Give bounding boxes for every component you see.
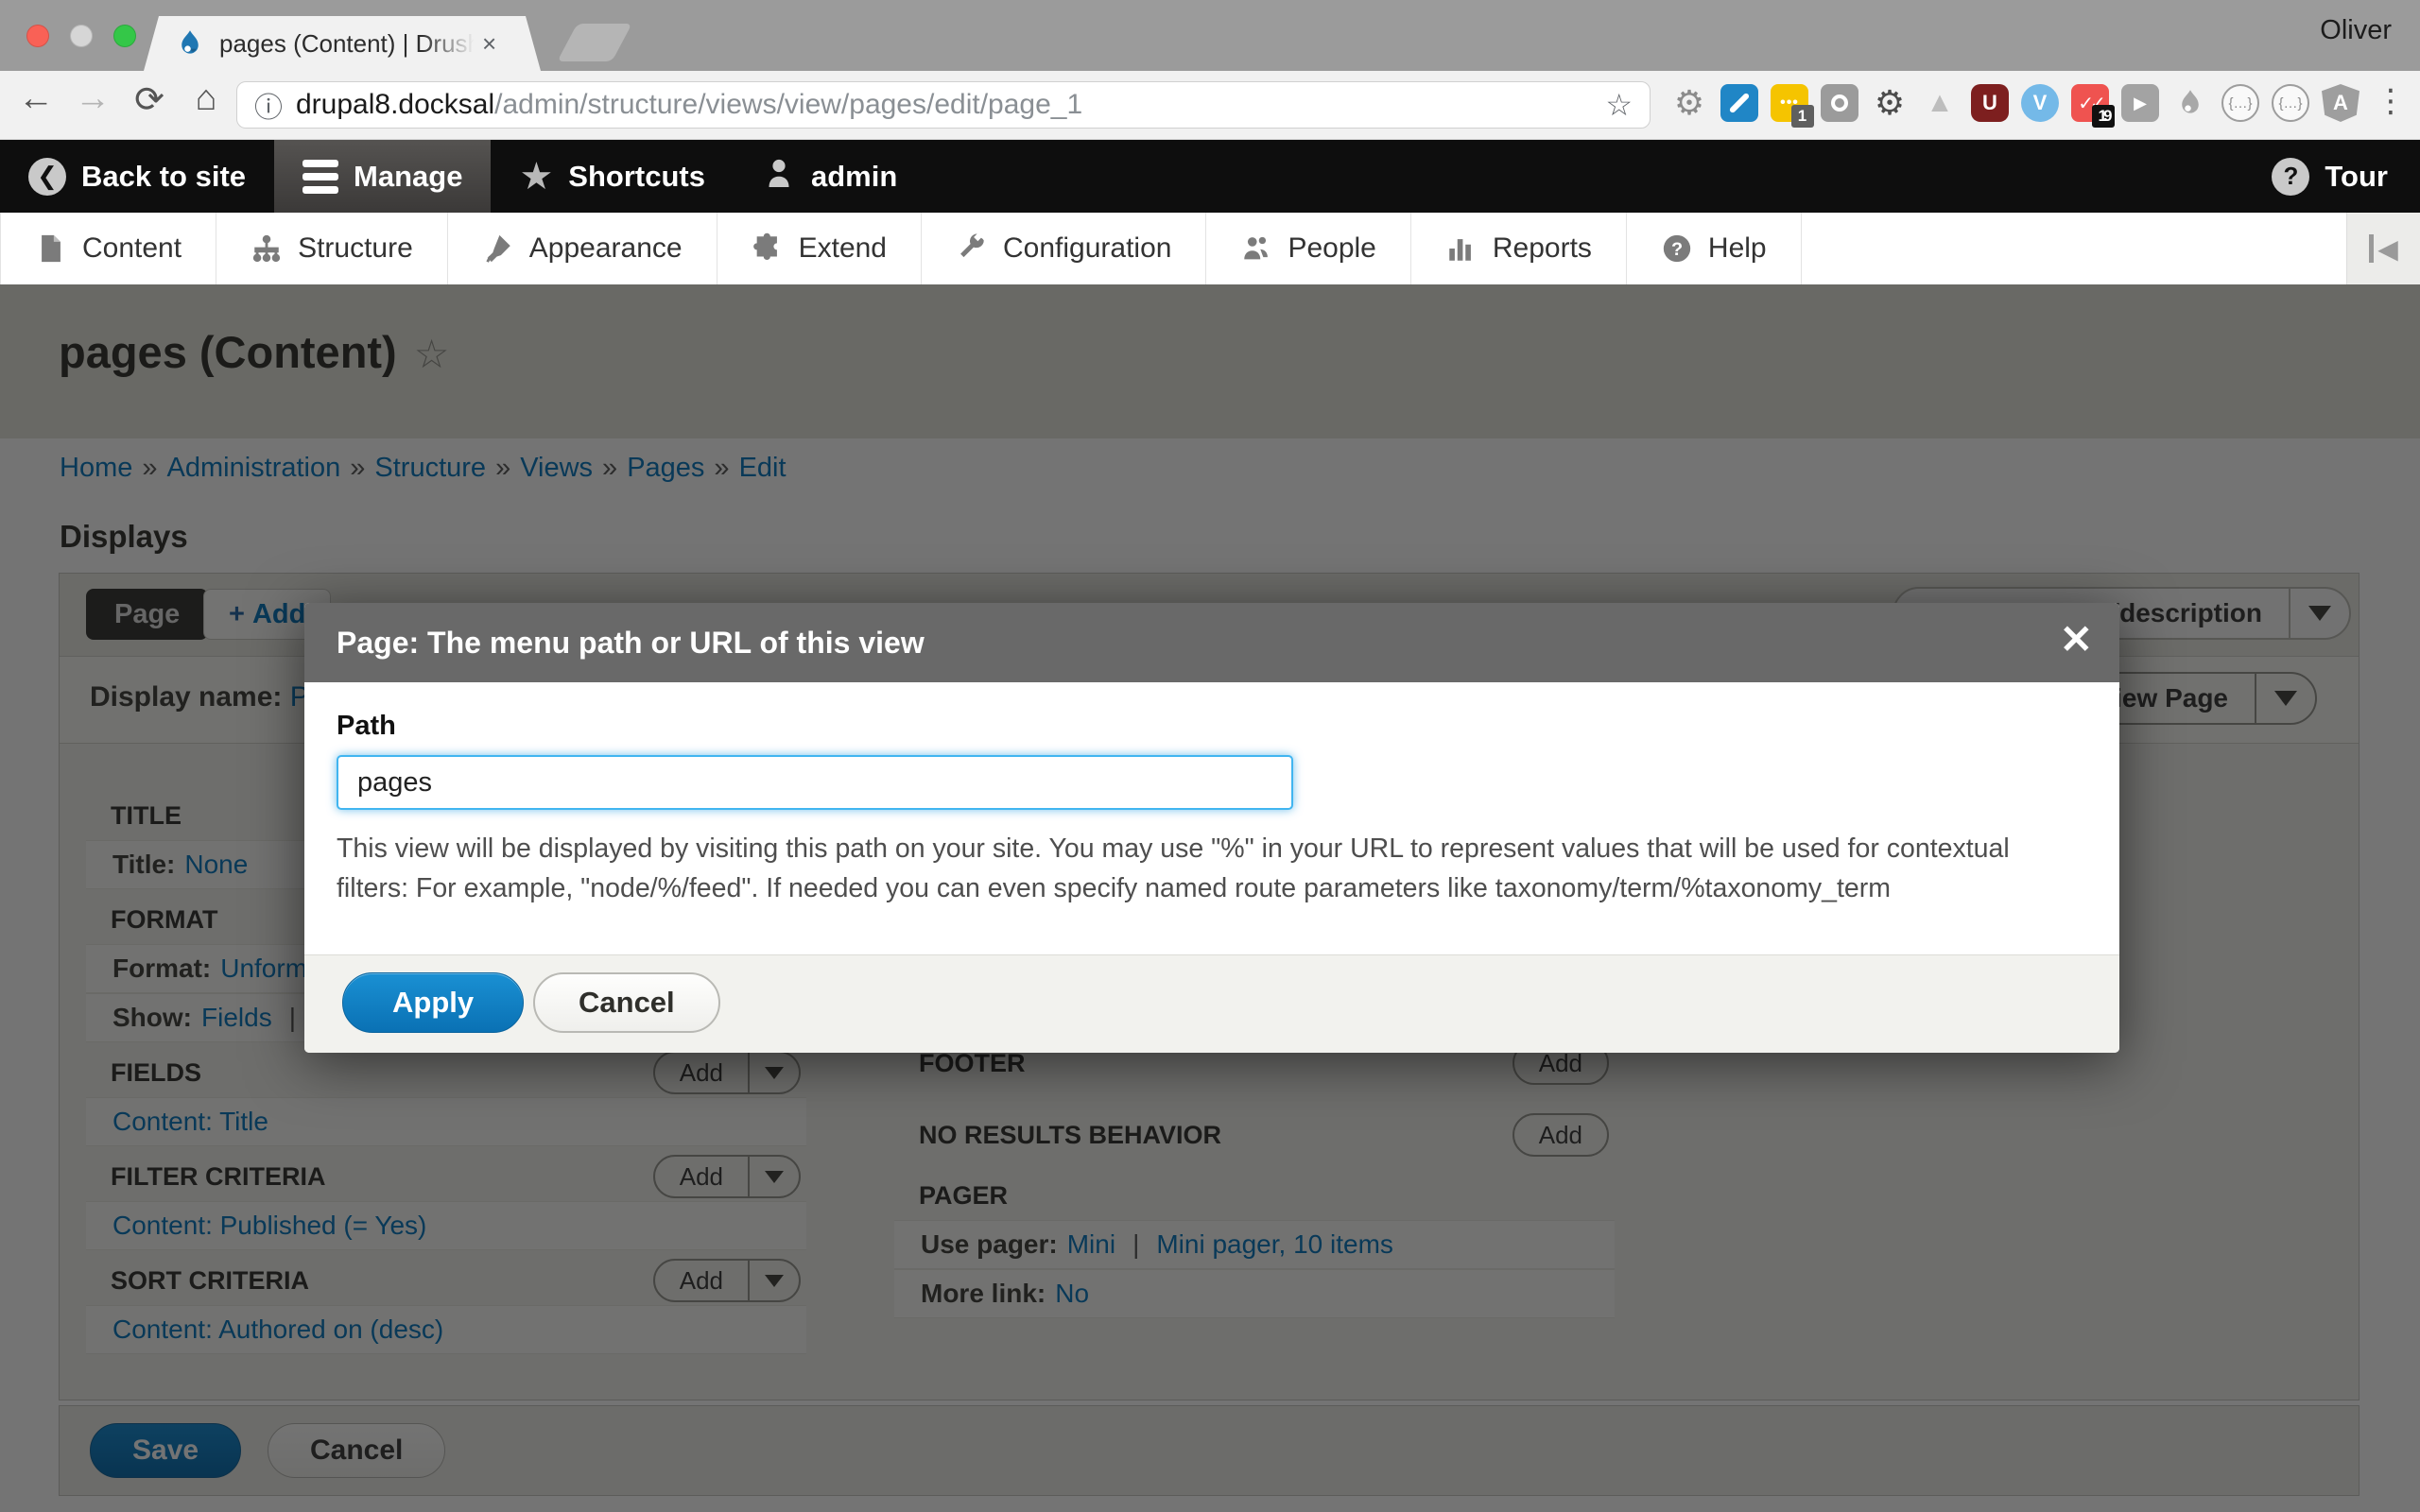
back-to-site-label: Back to site <box>81 160 246 194</box>
reports-icon <box>1445 232 1478 265</box>
browser-menu-icon[interactable]: ⋮ <box>2375 82 2407 120</box>
forward-icon[interactable]: → <box>68 78 117 119</box>
minimize-window-button[interactable] <box>70 25 93 47</box>
close-window-button[interactable] <box>26 25 49 47</box>
extension-braces2-icon[interactable]: {…} <box>2272 84 2309 122</box>
screen: pages (Content) | Drush Site-In × Oliver… <box>0 0 2420 1512</box>
content-icon <box>35 232 67 265</box>
menu-label: Help <box>1708 232 1767 265</box>
url-path: /admin/structure/views/view/pages/edit/p… <box>494 89 1082 121</box>
drupal-admin-toolbar: ❮ Back to site Manage ★ Shortcuts admin … <box>0 140 2420 213</box>
toolbar-collapse-button[interactable]: ◀ <box>2346 213 2420 284</box>
modal-cancel-button[interactable]: Cancel <box>533 972 720 1033</box>
tour-button[interactable]: ? Tour <box>2239 140 2420 213</box>
browser-toolbar: ← → ⟳ ⌂ ⓘ drupal8.docksal/admin/structur… <box>0 71 2420 140</box>
help-icon: ? <box>1661 232 1693 265</box>
menu-label: Configuration <box>1003 232 1171 265</box>
extension-camera-icon[interactable] <box>1821 84 1858 122</box>
menu-label: People <box>1288 232 1375 265</box>
path-field-label: Path <box>337 711 2087 742</box>
browser-profile-name[interactable]: Oliver <box>2320 15 2392 46</box>
menu-label: Appearance <box>529 232 683 265</box>
drupal-favicon <box>176 29 204 58</box>
zoom-window-button[interactable] <box>113 25 136 47</box>
menu-item-content[interactable]: Content <box>0 213 216 284</box>
extension-drive-icon[interactable]: ▲ <box>1921 84 1959 122</box>
menu-item-help[interactable]: ? Help <box>1627 213 1802 284</box>
extension-gear-icon[interactable]: ⚙ <box>1670 84 1708 122</box>
page-content: pages (Content)☆ Home»Administration»Str… <box>0 284 2420 1512</box>
menu-item-reports[interactable]: Reports <box>1411 213 1627 284</box>
extension-colorpicker-icon[interactable] <box>1720 84 1758 122</box>
path-modal: Page: The menu path or URL of this view … <box>304 603 2119 1053</box>
extension-braces-icon[interactable]: {…} <box>2221 84 2259 122</box>
address-bar[interactable]: ⓘ drupal8.docksal/admin/structure/views/… <box>236 81 1651 129</box>
bookmark-star-icon[interactable]: ☆ <box>1605 87 1633 123</box>
mac-titlebar: pages (Content) | Drush Site-In × Oliver <box>0 0 2420 71</box>
menu-item-extend[interactable]: Extend <box>717 213 922 284</box>
extension-badge: 19 <box>2092 105 2115 128</box>
menu-label: Reports <box>1493 232 1592 265</box>
page-info-icon[interactable]: ⓘ <box>254 84 283 126</box>
modal-body: Path This view will be displayed by visi… <box>304 682 2119 954</box>
extension-ublock-icon[interactable]: U <box>1971 84 2009 122</box>
appearance-icon <box>482 232 514 265</box>
extension-badge: 1 <box>1791 105 1814 128</box>
drupal-menu-bar: Content Structure Appearance Extend Conf… <box>0 213 2420 284</box>
user-icon <box>762 156 796 198</box>
people-icon <box>1240 232 1272 265</box>
extension-vimeo-icon[interactable]: V <box>2021 84 2059 122</box>
reload-icon[interactable]: ⟳ <box>125 78 174 121</box>
hamburger-icon <box>302 160 338 194</box>
tab-title: pages (Content) | Drush Site-In <box>219 29 475 59</box>
shortcuts-button[interactable]: ★ Shortcuts <box>491 140 734 213</box>
manage-button[interactable]: Manage <box>274 140 491 213</box>
back-to-site-button[interactable]: ❮ Back to site <box>0 140 274 213</box>
extension-drupal-icon[interactable] <box>2171 84 2209 122</box>
menu-item-configuration[interactable]: Configuration <box>922 213 1206 284</box>
extension-play-icon[interactable]: ▶ <box>2121 84 2159 122</box>
modal-title: Page: The menu path or URL of this view <box>337 626 925 661</box>
back-chevron-icon: ❮ <box>28 158 66 196</box>
menu-label: Content <box>82 232 182 265</box>
admin-user-label: admin <box>811 160 897 194</box>
menu-label: Extend <box>799 232 887 265</box>
modal-header[interactable]: Page: The menu path or URL of this view … <box>304 603 2119 682</box>
path-input[interactable] <box>337 755 1293 810</box>
apply-button[interactable]: Apply <box>342 972 524 1033</box>
star-icon: ★ <box>519 155 553 198</box>
extension-gear-dark-icon[interactable]: ⚙ <box>1871 84 1909 122</box>
browser-tab[interactable]: pages (Content) | Drush Site-In × <box>144 16 541 71</box>
window-controls <box>26 25 136 47</box>
svg-text:?: ? <box>1671 239 1683 260</box>
modal-footer: Apply Cancel <box>304 954 2119 1053</box>
menu-item-structure[interactable]: Structure <box>216 213 448 284</box>
collapse-arrow-icon: ◀ <box>2377 233 2398 265</box>
manage-label: Manage <box>354 160 462 194</box>
shortcuts-label: Shortcuts <box>568 160 705 194</box>
tab-close-icon[interactable]: × <box>482 29 496 59</box>
home-icon[interactable]: ⌂ <box>182 78 231 119</box>
close-icon[interactable]: ✕ <box>2060 620 2093 660</box>
extension-notes-icon[interactable]: •••1 <box>1771 84 1808 122</box>
extension-tasks-icon[interactable]: ✓✓19 <box>2071 84 2109 122</box>
extensions-row: ⚙ •••1 ⚙ ▲ U V ✓✓19 ▶ {…} {…} A <box>1670 84 2360 122</box>
tour-label: Tour <box>2325 160 2388 194</box>
structure-icon <box>251 232 283 265</box>
menu-label: Structure <box>298 232 413 265</box>
menu-item-appearance[interactable]: Appearance <box>448 213 717 284</box>
extension-angular-icon[interactable]: A <box>2322 84 2360 122</box>
question-icon: ? <box>2272 158 2309 196</box>
admin-user-button[interactable]: admin <box>734 140 925 213</box>
extend-icon <box>752 232 784 265</box>
menu-item-people[interactable]: People <box>1206 213 1410 284</box>
url-host: drupal8.docksal <box>296 89 494 121</box>
back-icon[interactable]: ← <box>11 78 60 119</box>
configuration-icon <box>956 232 988 265</box>
path-description: This view will be displayed by visiting … <box>337 829 2081 908</box>
new-tab-button[interactable] <box>557 24 631 61</box>
